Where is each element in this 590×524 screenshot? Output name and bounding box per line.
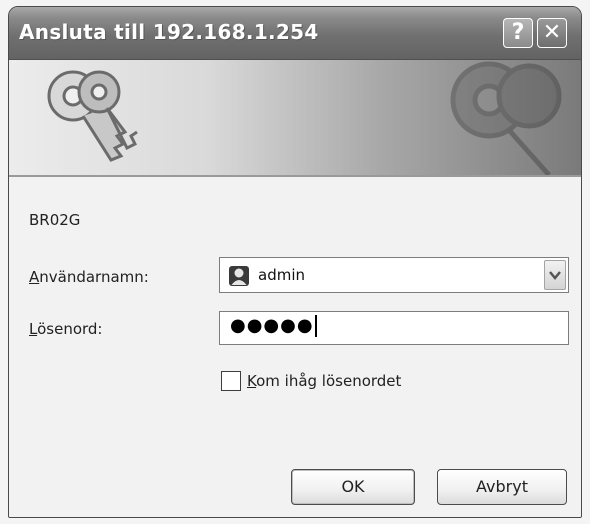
dialog-content: BR02G Användarnamn: admin Lösenord: ●●●●… <box>9 177 581 517</box>
username-combobox[interactable]: admin <box>219 257 569 293</box>
password-input[interactable]: ●●●●● <box>219 311 569 345</box>
cancel-button[interactable]: Avbryt <box>437 469 567 505</box>
window-title: Ansluta till 192.168.1.254 <box>19 20 319 44</box>
chevron-down-icon <box>549 271 561 280</box>
text-caret <box>314 315 317 337</box>
help-button[interactable]: ? <box>503 18 533 48</box>
username-label-accel: A <box>29 268 40 286</box>
username-label-text: nvändarnamn: <box>39 268 149 286</box>
password-value: ●●●●● <box>230 315 317 337</box>
password-label: Lösenord: <box>29 320 102 338</box>
password-mask: ●●●●● <box>230 315 314 336</box>
remember-label-text: om ihåg lösenordet <box>256 372 402 390</box>
remember-label-accel: K <box>247 372 257 390</box>
username-value: admin <box>258 266 305 284</box>
realm-label: BR02G <box>29 211 81 229</box>
password-label-text: ösenord: <box>37 320 103 338</box>
banner <box>9 60 581 177</box>
user-icon <box>229 266 249 286</box>
username-dropdown-button[interactable] <box>544 260 566 290</box>
title-bar[interactable]: Ansluta till 192.168.1.254 ? ✕ <box>9 7 581 60</box>
close-icon: ✕ <box>542 20 562 45</box>
username-label: Användarnamn: <box>29 268 149 286</box>
close-button[interactable]: ✕ <box>537 18 567 48</box>
remember-password-label[interactable]: Kom ihåg lösenordet <box>247 372 401 390</box>
help-icon: ? <box>511 20 525 45</box>
keys-watermark-icon <box>450 61 562 175</box>
remember-password-checkbox[interactable] <box>221 371 241 391</box>
keys-icon <box>47 70 138 162</box>
password-label-accel: L <box>29 320 38 338</box>
ok-button[interactable]: OK <box>291 469 415 505</box>
login-dialog: Ansluta till 192.168.1.254 ? ✕ BR02G Anv… <box>8 6 582 518</box>
